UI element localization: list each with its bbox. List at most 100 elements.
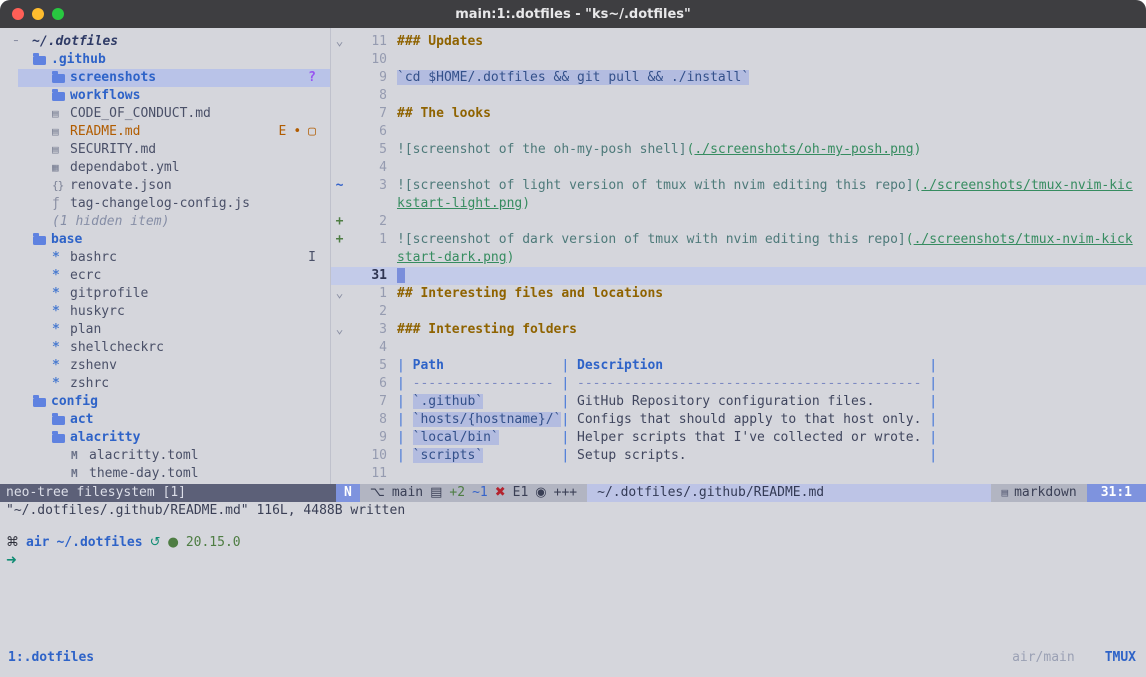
line-content: | `hosts/{hostname}/`| Configs that shou… — [397, 411, 937, 429]
tree-item-label: zshenv — [70, 357, 117, 375]
editor-line[interactable]: 7## The looks — [331, 105, 1146, 123]
tree-item-dependabot-yml[interactable]: ▦dependabot.yml — [0, 159, 330, 177]
editor-line[interactable]: 8 — [331, 87, 1146, 105]
toml-icon: M — [71, 447, 89, 465]
editor-line[interactable]: ⌄3### Interesting folders — [331, 321, 1146, 339]
tree-item-renovate-json[interactable]: {}renovate.json — [0, 177, 330, 195]
sign-column — [331, 393, 348, 411]
gutter — [331, 195, 387, 213]
close-window-button[interactable] — [12, 8, 24, 20]
tree-item-config[interactable]: config — [0, 393, 330, 411]
dash-icon: ╴ — [14, 33, 32, 51]
editor-line[interactable]: 9| `local/bin` | Helper scripts that I'v… — [331, 429, 1146, 447]
tree-item-plan[interactable]: *plan — [0, 321, 330, 339]
editor-line[interactable]: ⌄11 ### Updates — [331, 33, 1146, 51]
editor-line[interactable]: 4 — [331, 159, 1146, 177]
line-number: 5 — [348, 357, 387, 375]
editor-line[interactable]: 11 — [331, 465, 1146, 483]
tree-item-dotfiles[interactable]: ╴~/.dotfiles — [0, 33, 330, 51]
traffic-lights — [12, 8, 64, 20]
tree-item-github[interactable]: .github — [0, 51, 330, 69]
sign-column — [331, 429, 348, 447]
tree-item-alacritty[interactable]: alacritty — [0, 429, 330, 447]
editor-line[interactable]: 7| `.github` | GitHub Repository configu… — [331, 393, 1146, 411]
zoom-window-button[interactable] — [52, 8, 64, 20]
editor-line[interactable]: 6 — [331, 123, 1146, 141]
tree-item-shellcheckrc[interactable]: *shellcheckrc — [0, 339, 330, 357]
tree-item-theme-day-toml[interactable]: Mtheme-day.toml — [0, 465, 330, 483]
tree-item-security-md[interactable]: ▤SECURITY.md — [0, 141, 330, 159]
editor-line[interactable]: ⌄1## Interesting files and locations — [331, 285, 1146, 303]
tree-item-ecrc[interactable]: *ecrc — [0, 267, 330, 285]
tree-item-huskyrc[interactable]: *huskyrc — [0, 303, 330, 321]
tmux-label: TMUX — [1105, 650, 1136, 665]
editor-line[interactable]: ~3![screenshot of light version of tmux … — [331, 177, 1146, 195]
tree-item-zshenv[interactable]: *zshenv — [0, 357, 330, 375]
line-number: 9 — [348, 69, 387, 87]
fold-open-icon[interactable]: ⌄ — [331, 321, 348, 339]
editor-line[interactable]: 9`cd $HOME/.dotfiles && git pull && ./in… — [331, 69, 1146, 87]
tree-item-code-of-conduct-md[interactable]: ▤CODE_OF_CONDUCT.md — [0, 105, 330, 123]
tree-item-workflows[interactable]: workflows — [0, 87, 330, 105]
sign-column — [331, 159, 348, 177]
tree-item-alacritty-toml[interactable]: Malacritty.toml — [0, 447, 330, 465]
editor-line[interactable]: 5![screenshot of the oh-my-posh shell](.… — [331, 141, 1146, 159]
line-content: kstart-light.png) — [397, 195, 530, 213]
editor-line[interactable]: kstart-light.png) — [331, 195, 1146, 213]
editor-line[interactable]: 5 | Path | Description | — [331, 357, 1146, 375]
line-number: 2 — [348, 213, 387, 231]
tree-item-screenshots[interactable]: screenshots? — [0, 69, 330, 87]
ibeam-cursor: I — [308, 249, 316, 267]
line-content: ### Updates — [397, 33, 483, 51]
sign-column — [331, 267, 348, 285]
gutter: 2 — [331, 303, 387, 321]
script-icon: ƒ — [52, 195, 70, 213]
fold-open-icon[interactable]: ⌄ — [331, 285, 348, 303]
shell-area: ⌘air~/.dotfiles↺●20.15.0 ➜ 1:.dotfiles a… — [0, 520, 1146, 677]
shell-icon: * — [52, 375, 70, 393]
editor-line[interactable]: start-dark.png) — [331, 249, 1146, 267]
sign-column — [331, 249, 348, 267]
editor-line[interactable]: 31 — [331, 267, 1146, 285]
line-content: | `scripts` | Setup scripts. | — [397, 447, 937, 465]
line-content: | Path | Description | — [397, 357, 937, 375]
shell-icon: * — [52, 357, 70, 375]
fold-open-icon[interactable]: ⌄ — [331, 33, 348, 51]
line-number: 8 — [348, 411, 387, 429]
tree-item-label: (1 hidden item) — [52, 213, 169, 231]
tmux-pane-title: air/main — [1012, 650, 1075, 665]
editor-line[interactable]: 6| ------------------ | ----------------… — [331, 375, 1146, 393]
tree-item-gitprofile[interactable]: *gitprofile — [0, 285, 330, 303]
editor-line[interactable]: 10| `scripts` | Setup scripts. | — [331, 447, 1146, 465]
gutter: ⌄11 — [331, 33, 387, 51]
cursor — [397, 268, 405, 283]
tree-item-base[interactable]: base — [0, 231, 330, 249]
sign-column — [331, 303, 348, 321]
tree-item-readme-md[interactable]: ▤README.mdE•▢ — [0, 123, 330, 141]
editor-line[interactable]: +2 — [331, 213, 1146, 231]
editor-line[interactable]: 2 — [331, 303, 1146, 321]
tree-item-zshrc[interactable]: *zshrc — [0, 375, 330, 393]
editor-line[interactable]: 8 | `hosts/{hostname}/`| Configs that sho… — [331, 411, 1146, 429]
tree-item-act[interactable]: act — [0, 411, 330, 429]
tree-item-label: screenshots — [70, 69, 156, 87]
text-token: main — [392, 484, 423, 502]
sync-icon: ↺ — [150, 534, 161, 552]
tree-item-1-hidden-item[interactable]: (1 hidden item) — [0, 213, 330, 231]
lines-icon: ◉ — [535, 484, 546, 502]
tmux-window-tab[interactable]: 1:.dotfiles — [8, 650, 94, 665]
minimize-window-button[interactable] — [32, 8, 44, 20]
editor-line[interactable]: 4 — [331, 339, 1146, 357]
shell-icon: * — [52, 285, 70, 303]
tmux-statusbar: 1:.dotfiles air/main TMUX — [6, 650, 1146, 665]
tree-item-tag-changelog-config-js[interactable]: ƒtag-changelog-config.js — [0, 195, 330, 213]
editor-line[interactable]: 10 — [331, 51, 1146, 69]
editor-line[interactable]: +1![screenshot of dark version of tmux w… — [331, 231, 1146, 249]
gutter: 5 — [331, 141, 387, 159]
editor-buffer[interactable]: ⌄11### Updates109`cd $HOME/.dotfiles && … — [330, 28, 1146, 484]
file-tree: ╴~/.dotfiles.githubscreenshots?workflows… — [0, 28, 330, 484]
gutter: 7 — [331, 393, 387, 411]
tree-item-bashrc[interactable]: *bashrcI — [0, 249, 330, 267]
yml-icon: ▦ — [52, 159, 70, 177]
sign-column — [331, 87, 348, 105]
